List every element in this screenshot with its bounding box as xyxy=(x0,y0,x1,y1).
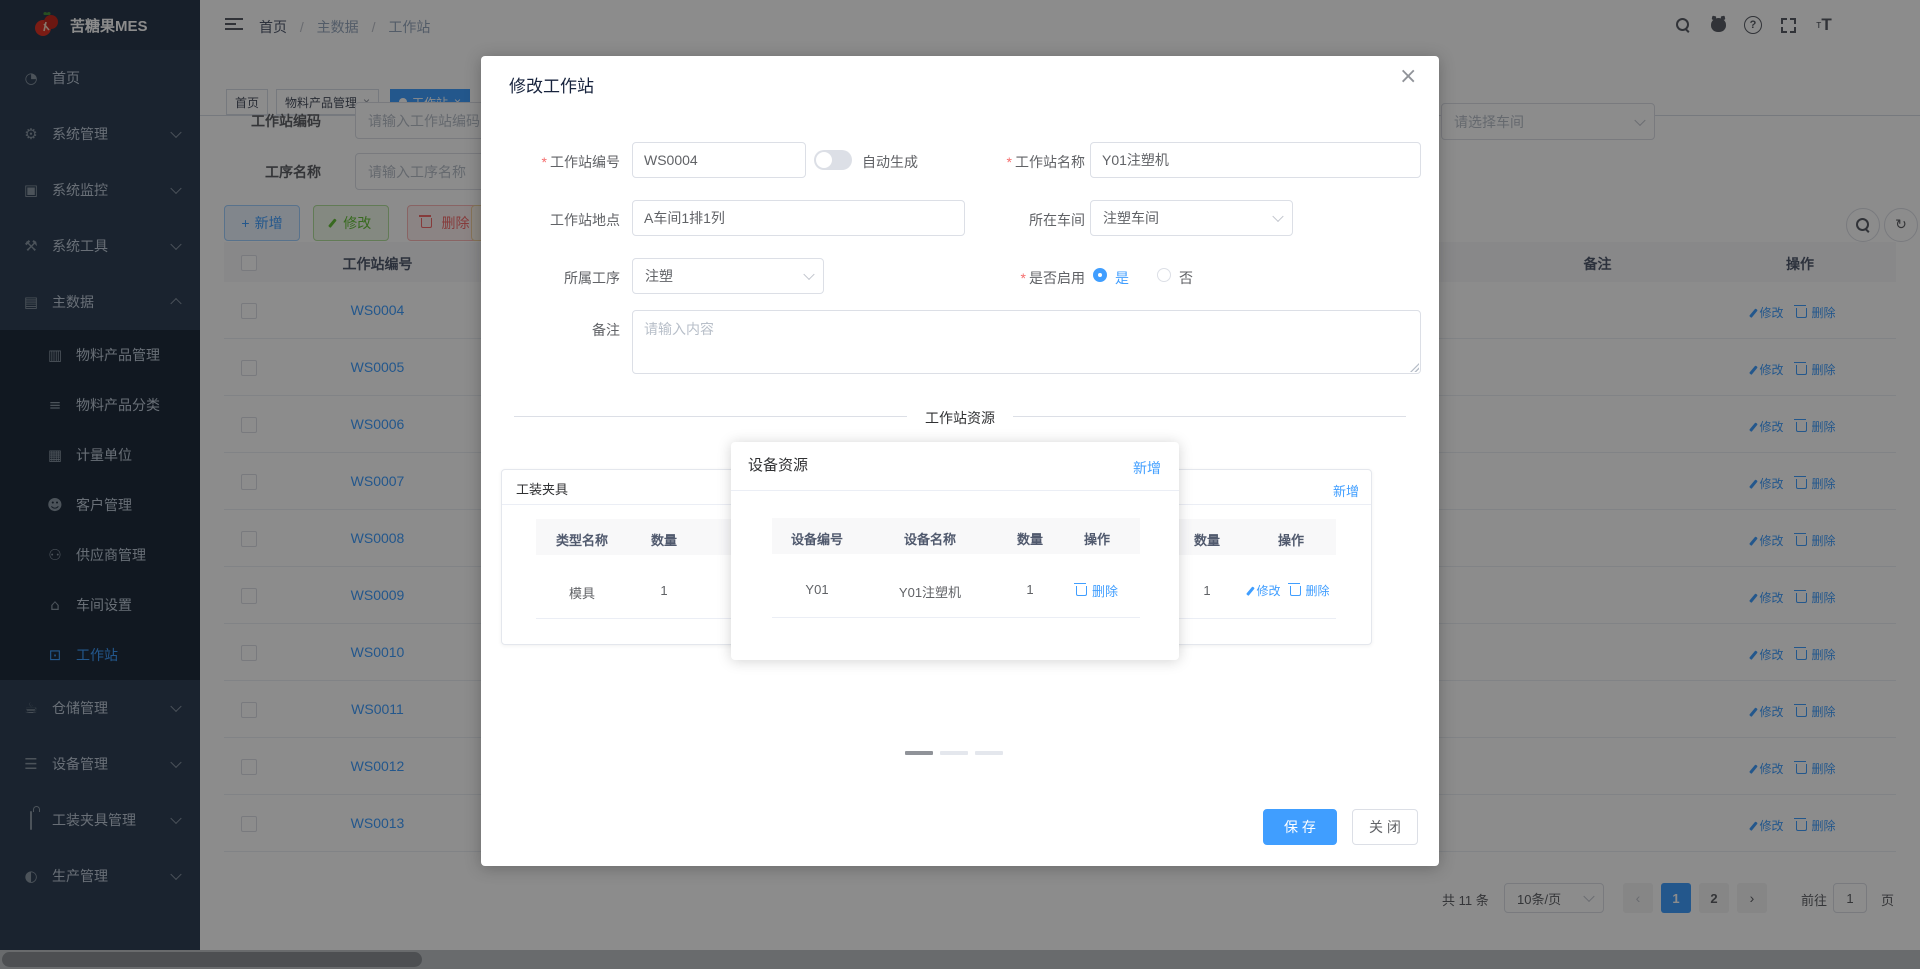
fixture-col-qty-right: 数量 xyxy=(1193,533,1220,548)
enabled-yes-label: 是 xyxy=(1115,270,1129,286)
chevron-down-icon xyxy=(803,268,815,281)
carousel-indicator-3[interactable] xyxy=(975,751,1003,755)
carousel-indicator-1[interactable] xyxy=(905,751,933,755)
location-label: 工作站地点 xyxy=(550,212,620,228)
fixture-row-qty-right: 1 xyxy=(1203,583,1211,598)
enabled-no-radio[interactable] xyxy=(1157,268,1171,282)
fixture-delete-link[interactable]: 删除 xyxy=(1288,582,1330,599)
device-delete-link[interactable]: 删除 xyxy=(1074,581,1118,600)
remark-label: 备注 xyxy=(592,322,620,338)
device-dialog-title: 设备资源 xyxy=(748,457,809,474)
process-label: 所属工序 xyxy=(564,270,620,286)
device-col-name: 设备名称 xyxy=(903,532,956,547)
device-col-action: 操作 xyxy=(1083,532,1110,547)
enabled-yes-radio[interactable] xyxy=(1093,268,1107,282)
section-title: 工作站资源 xyxy=(907,408,1013,428)
modal-title: 修改工作站 xyxy=(509,77,594,96)
edit-workstation-modal: 修改工作站 × *工作站编号 自动生成 *工作站名称 工作站地点 所在车间 注塑… xyxy=(481,56,1439,866)
fixture-add-link[interactable]: 新增 xyxy=(1333,481,1359,500)
fixture-row-type: 模具 xyxy=(568,586,595,601)
save-button[interactable]: 保 存 xyxy=(1263,809,1337,845)
station-code-label: * 工作站编号 xyxy=(541,154,620,170)
device-row-code: Y01 xyxy=(805,582,829,597)
remark-textarea[interactable] xyxy=(632,310,1421,374)
device-row-name: Y01注塑机 xyxy=(898,585,962,600)
page: 苦糖果MES ◔ 首页 ⚙ 系统管理 ▣ 系统监控 ⚒ 系统工具 ▤ 主数据 ▥… xyxy=(0,0,1920,969)
fixture-card-title: 工装夹具 xyxy=(516,482,569,497)
station-code-input[interactable] xyxy=(632,142,806,178)
workshop-select[interactable]: 注塑车间 xyxy=(1090,200,1293,236)
location-input[interactable] xyxy=(632,200,965,236)
workshop-label: 所在车间 xyxy=(1029,212,1085,228)
auto-generate-toggle[interactable] xyxy=(814,150,852,170)
modal-close-icon[interactable]: × xyxy=(1399,64,1417,89)
fixture-edit-link[interactable]: 修改 xyxy=(1246,582,1281,599)
enabled-no-label: 否 xyxy=(1179,270,1193,286)
trash-icon xyxy=(1074,582,1087,596)
fixture-col-action: 操作 xyxy=(1277,533,1304,548)
device-col-code: 设备编号 xyxy=(790,532,843,547)
station-name-label: * 工作站名称 xyxy=(1006,154,1085,170)
enabled-label: * 是否启用 xyxy=(1020,270,1085,286)
fixture-col-qty: 数量 xyxy=(650,533,677,548)
close-button[interactable]: 关 闭 xyxy=(1352,809,1418,845)
process-select[interactable]: 注塑 xyxy=(632,258,824,294)
carousel-indicator-2[interactable] xyxy=(940,751,968,755)
device-add-link[interactable]: 新增 xyxy=(1133,458,1161,478)
device-resource-dialog: 设备资源 新增 设备编号 设备名称 数量 操作 Y01 Y01注塑机 1 删除 xyxy=(731,442,1179,660)
auto-generate-label: 自动生成 xyxy=(862,154,918,170)
trash-icon xyxy=(1288,582,1301,596)
device-col-qty: 数量 xyxy=(1016,532,1043,547)
fixture-col-type: 类型名称 xyxy=(555,533,608,548)
fixture-row-qty: 1 xyxy=(660,583,668,598)
station-name-input[interactable] xyxy=(1090,142,1421,178)
pencil-icon xyxy=(1246,585,1255,596)
device-row-qty: 1 xyxy=(1026,582,1034,597)
chevron-down-icon xyxy=(1272,210,1284,223)
